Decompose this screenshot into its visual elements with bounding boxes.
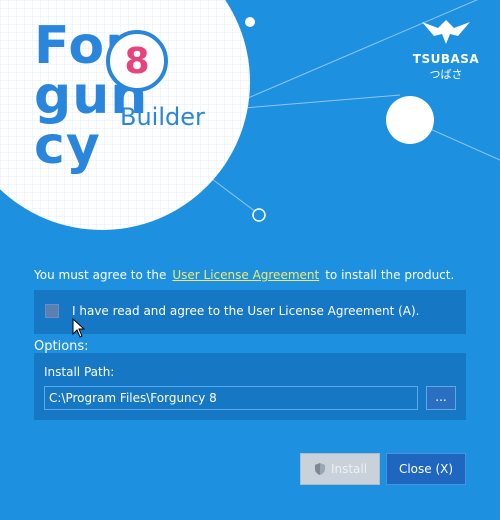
mouse-cursor-icon [72,318,86,338]
notice-prefix: You must agree to the [34,268,167,282]
shield-icon [314,463,325,475]
tsubasa-bird-icon [422,20,470,44]
agree-checkbox-label[interactable]: I have read and agree to the User Licens… [72,304,420,318]
install-path-label: Install Path: [44,365,115,379]
brand-kana: つばさ [429,68,463,81]
agreement-panel: I have read and agree to the User Licens… [34,290,466,334]
install-button[interactable]: Install [300,453,380,485]
installer-window: For gun cy 8 Builder TSUBASA つばさ You mus… [0,0,500,520]
browse-button[interactable]: ... [426,386,456,410]
install-button-label: Install [330,462,368,476]
node-circle-small [252,208,266,222]
options-heading: Options: [34,339,89,354]
brand-logo: TSUBASA つばさ [404,18,488,82]
logo-line-3: cy [34,116,101,176]
node-circle-large [386,96,434,144]
license-agreement-link[interactable]: User License Agreement [172,268,319,282]
edition-label: Builder [120,103,205,131]
agree-checkbox[interactable] [45,304,59,318]
license-notice: You must agree to the User License Agreem… [34,268,454,282]
version-badge: 8 [106,30,168,92]
notice-suffix: to install the product. [325,268,455,282]
brand-name: TSUBASA [412,52,480,66]
install-path-panel: Install Path: ... [34,353,466,420]
close-button[interactable]: Close (X) [386,453,466,485]
install-path-input[interactable] [44,386,418,410]
